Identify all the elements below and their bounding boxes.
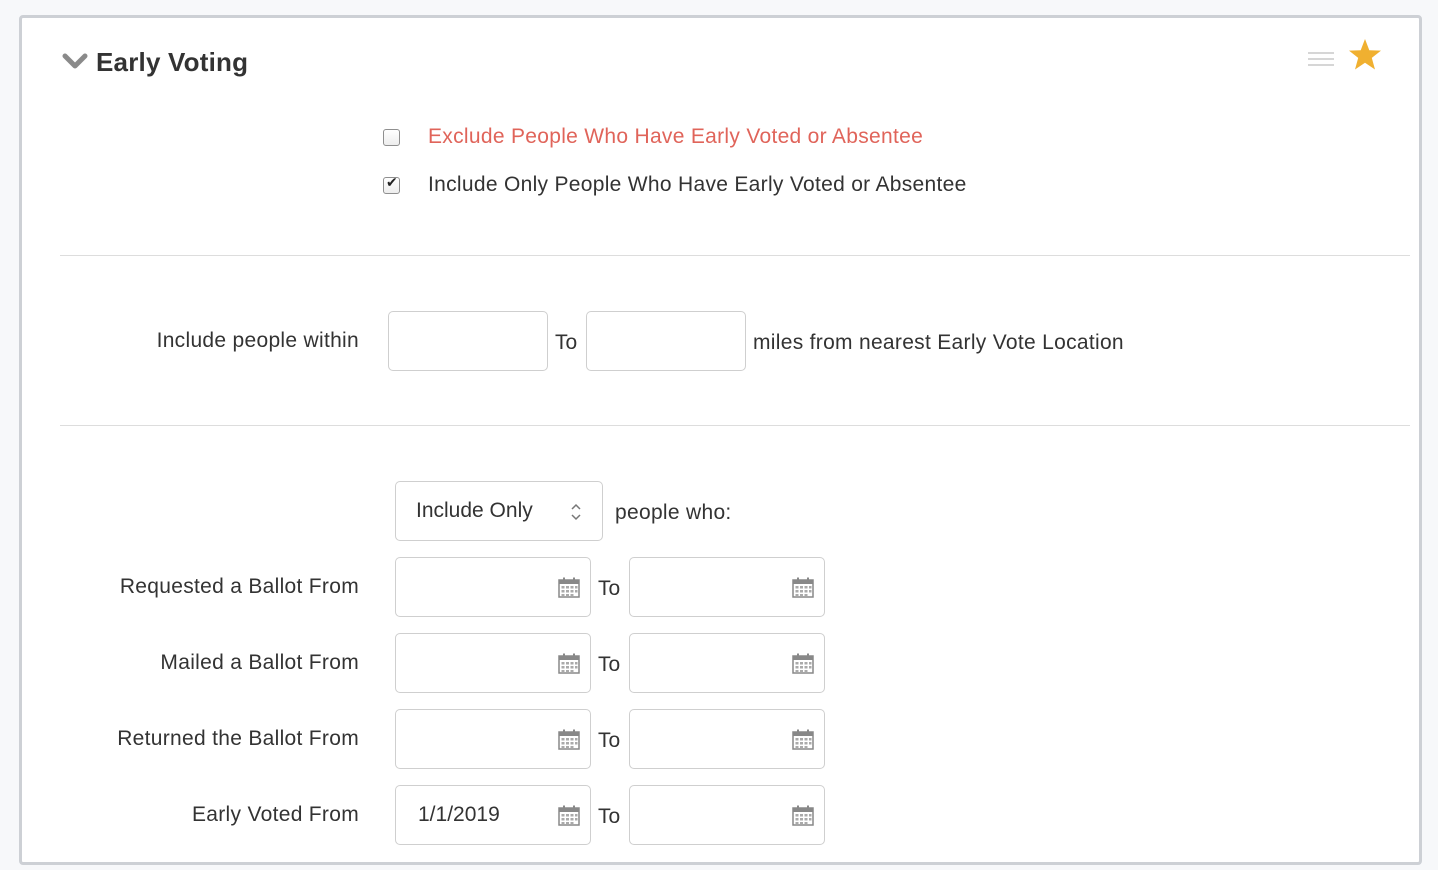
select-arrows-icon <box>571 503 581 521</box>
returned-ballot-label: Returned the Ballot From <box>117 727 359 750</box>
filter-mode-select[interactable]: Include Only <box>395 481 603 541</box>
panel-title: Early Voting <box>96 46 249 77</box>
calendar-icon[interactable] <box>792 653 814 674</box>
mailed-ballot-from-date-input[interactable] <box>395 633 591 693</box>
calendar-icon[interactable] <box>558 577 580 598</box>
divider <box>60 425 1410 426</box>
calendar-icon[interactable] <box>558 653 580 674</box>
early-voted-from-date-input[interactable]: 1/1/2019 <box>395 785 591 845</box>
returned-ballot-to-label: To <box>598 729 621 752</box>
requested-ballot-label: Requested a Ballot From <box>119 575 359 598</box>
divider <box>60 255 1410 256</box>
calendar-icon[interactable] <box>792 805 814 826</box>
returned-ballot-from-date-input[interactable] <box>395 709 591 769</box>
chevron-down-icon[interactable] <box>62 52 88 72</box>
filter-mode-suffix: people who: <box>615 501 732 524</box>
distance-from-input[interactable] <box>388 311 548 371</box>
calendar-icon[interactable] <box>558 729 580 750</box>
early-voted-to-date-input[interactable] <box>629 785 825 845</box>
mailed-ballot-to-label: To <box>598 653 621 676</box>
requested-ballot-to-label: To <box>598 577 621 600</box>
distance-to-label: To <box>555 331 578 354</box>
requested-ballot-to-date-input[interactable] <box>629 557 825 617</box>
distance-suffix: miles from nearest Early Vote Location <box>753 331 1124 354</box>
mailed-ballot-to-date-input[interactable] <box>629 633 825 693</box>
include-only-early-voters-label[interactable]: Include Only People Who Have Early Voted… <box>428 173 967 197</box>
calendar-icon[interactable] <box>558 805 580 826</box>
panel-header[interactable]: Early Voting <box>62 42 248 82</box>
distance-to-input[interactable] <box>586 311 746 371</box>
calendar-icon[interactable] <box>792 577 814 598</box>
star-icon[interactable] <box>1348 38 1382 72</box>
include-only-early-voters-option[interactable]: Include Only People Who Have Early Voted… <box>383 173 967 197</box>
mailed-ballot-label: Mailed a Ballot From <box>160 651 359 674</box>
calendar-icon[interactable] <box>792 729 814 750</box>
early-voting-panel: Early Voting Exclude People Who Have Ear… <box>19 15 1422 865</box>
include-only-early-voters-checkbox[interactable] <box>383 174 400 194</box>
early-voted-label: Early Voted From <box>191 803 359 826</box>
returned-ballot-to-date-input[interactable] <box>629 709 825 769</box>
exclude-early-voters-option[interactable]: Exclude People Who Have Early Voted or A… <box>383 125 923 149</box>
drag-handle-icon[interactable] <box>1308 52 1334 68</box>
exclude-early-voters-checkbox[interactable] <box>383 128 400 146</box>
requested-ballot-from-date-input[interactable] <box>395 557 591 617</box>
filter-mode-selected: Include Only <box>416 499 533 522</box>
distance-label: Include people within <box>156 329 359 352</box>
exclude-early-voters-label[interactable]: Exclude People Who Have Early Voted or A… <box>428 125 923 149</box>
early-voted-from-date-input-value: 1/1/2019 <box>418 803 500 826</box>
early-voted-to-label: To <box>598 805 621 828</box>
